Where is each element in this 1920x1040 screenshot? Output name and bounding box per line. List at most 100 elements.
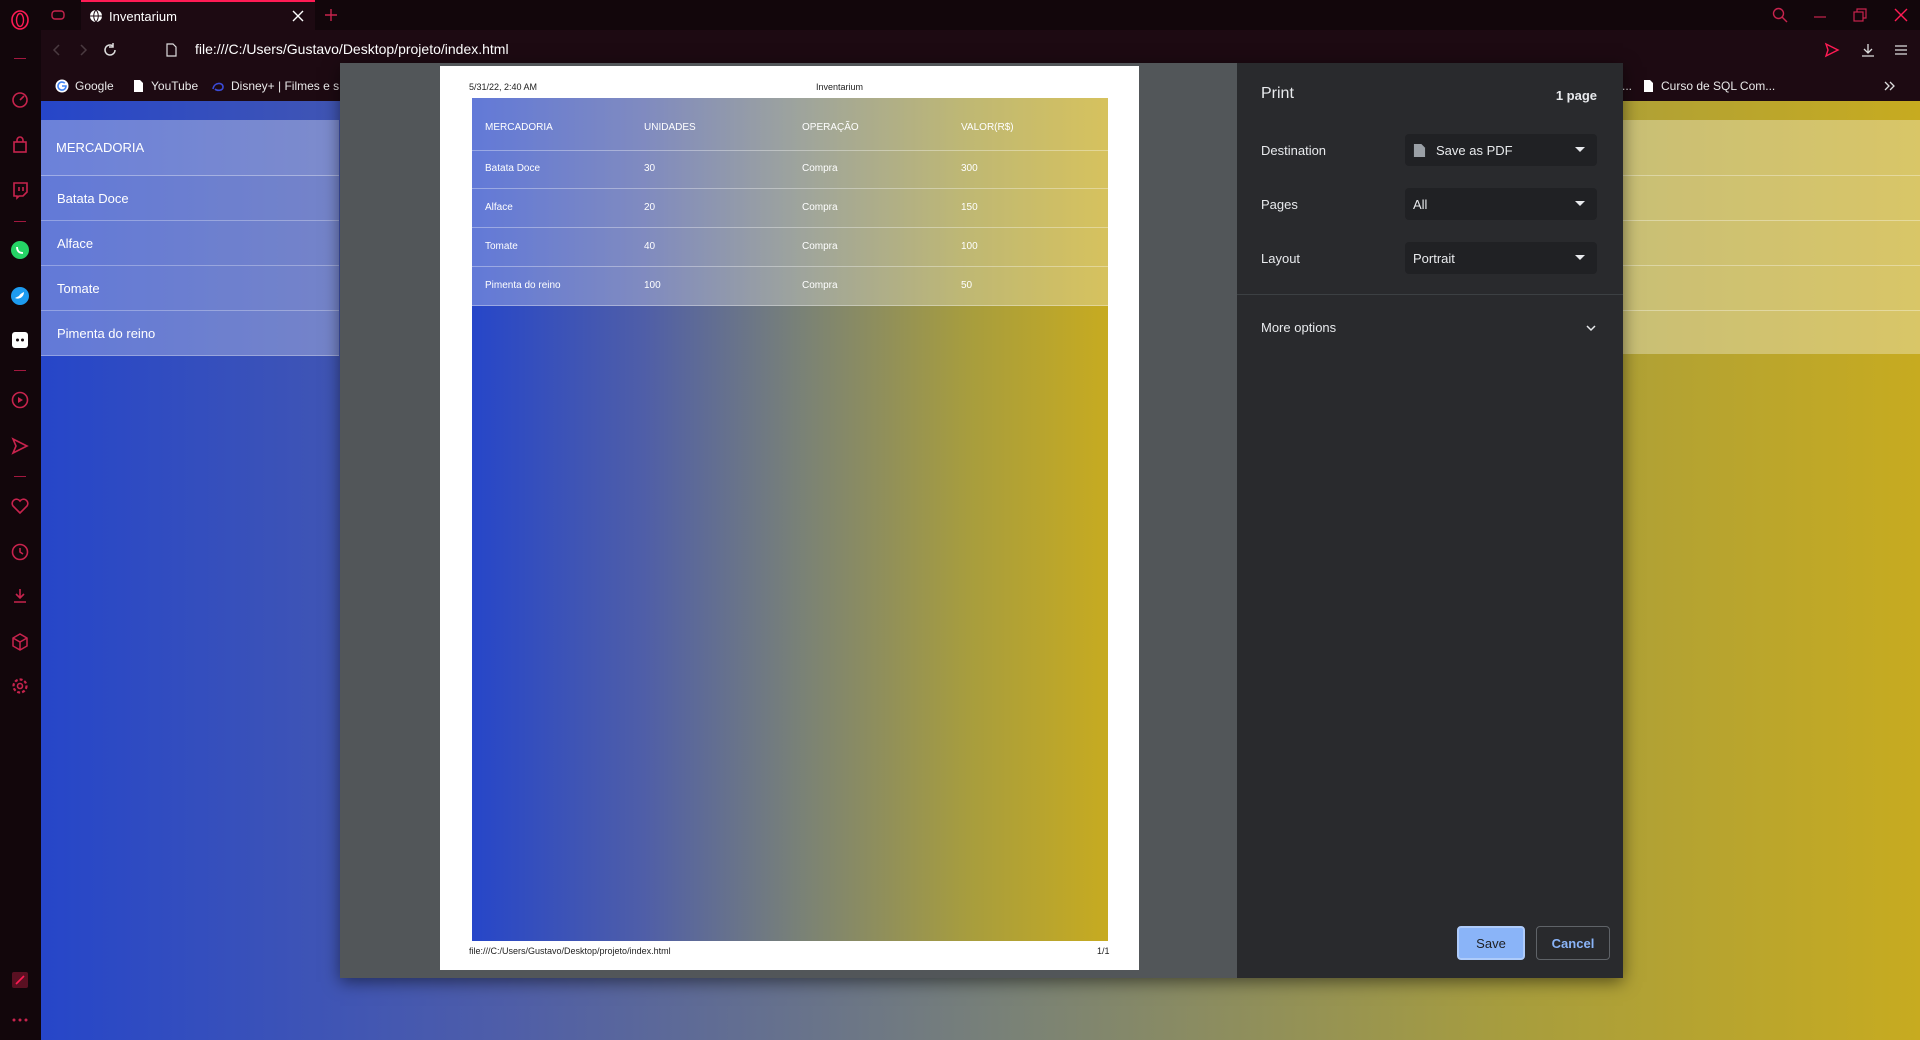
- bookmark-youtube[interactable]: YouTube: [131, 76, 198, 96]
- more-dots-icon[interactable]: [8, 1008, 32, 1032]
- heart-icon[interactable]: [8, 494, 32, 518]
- flow-send-icon[interactable]: [1821, 39, 1843, 61]
- preview-table-row: Pimenta do reino 100 Compra 50: [472, 267, 1108, 306]
- preview-table-header: MERCADORIA UNIDADES OPERAÇÃO VALOR(R$): [472, 98, 1108, 151]
- disney-icon: [212, 82, 224, 92]
- pages-value: All: [1413, 196, 1428, 212]
- preview-page: 5/31/22, 2:40 AM Inventarium MERCADORIA …: [440, 66, 1139, 970]
- table-row: Pimenta do reino: [41, 311, 339, 356]
- header-cell: VALOR(R$): [961, 122, 1014, 133]
- preview-date: 5/31/22, 2:40 AM: [469, 82, 538, 92]
- header-cell: UNIDADES: [644, 122, 696, 133]
- print-settings-panel: Print 1 page Destination Save as PDF Pag…: [1237, 63, 1623, 978]
- preview-footer-url: file:///C:/Users/Gustavo/Desktop/projeto…: [469, 946, 671, 956]
- destination-label: Destination: [1261, 143, 1327, 158]
- table-cell: 30: [644, 163, 656, 174]
- table-row: Alface: [41, 221, 339, 266]
- flow-icon[interactable]: [8, 434, 32, 458]
- more-options-label: More options: [1261, 320, 1337, 335]
- sidebar-separator: [14, 58, 26, 59]
- preview-table-row: Alface 20 Compra 150: [472, 189, 1108, 228]
- workspaces-icon[interactable]: [47, 4, 69, 26]
- table-cell: Pimenta do reino: [485, 280, 561, 291]
- twitter-icon[interactable]: [8, 284, 32, 308]
- bookmark-label: Curso de SQL Com...: [1661, 79, 1776, 93]
- table-cell: Batata Doce: [485, 163, 541, 174]
- preview-table: MERCADORIA UNIDADES OPERAÇÃO VALOR(R$) B…: [472, 98, 1108, 306]
- page-icon: [134, 80, 143, 92]
- settings-divider: [1237, 294, 1623, 295]
- bookmarks-more-icon[interactable]: [1883, 76, 1903, 96]
- sidebar-separator: [14, 221, 26, 222]
- chevron-down-icon: [1575, 255, 1585, 260]
- opera-logo-icon[interactable]: [8, 8, 32, 32]
- downloads-icon[interactable]: [8, 584, 32, 608]
- forward-icon[interactable]: [72, 39, 94, 61]
- table-cell: Compra: [802, 202, 838, 213]
- table-cell: 100: [644, 280, 661, 291]
- table-cell: Alface: [485, 202, 513, 213]
- shopping-bag-icon[interactable]: [8, 133, 32, 157]
- inventory-table: MERCADORIA Batata Doce Alface Tomate Pim…: [41, 120, 339, 356]
- table-cell: 40: [644, 241, 656, 252]
- download-icon[interactable]: [1857, 39, 1879, 61]
- bookmark-sql-course[interactable]: Curso de SQL Com...: [1641, 76, 1775, 96]
- table-cell: 300: [961, 163, 978, 174]
- bookmark-label: Disney+ | Filmes e s: [231, 79, 340, 93]
- twitch-icon[interactable]: [8, 178, 32, 202]
- easy-setup-icon[interactable]: [1890, 39, 1912, 61]
- table-cell: Compra: [802, 280, 838, 291]
- sidebar-app-icon[interactable]: [8, 968, 32, 992]
- destination-select[interactable]: Save as PDF: [1405, 134, 1597, 166]
- url-field[interactable]: file:///C:/Users/Gustavo/Desktop/projeto…: [195, 41, 509, 57]
- print-dialog: 5/31/22, 2:40 AM Inventarium MERCADORIA …: [340, 63, 1623, 978]
- header-cell: OPERAÇÃO: [802, 122, 859, 133]
- layout-select[interactable]: Portrait: [1405, 242, 1597, 274]
- chevron-down-icon: [1575, 147, 1585, 152]
- whatsapp-icon[interactable]: [8, 238, 32, 262]
- extensions-icon[interactable]: [8, 630, 32, 654]
- page-count: 1 page: [1555, 88, 1597, 103]
- settings-gear-icon[interactable]: [8, 674, 32, 698]
- inventory-table-right-part: [1621, 120, 1920, 354]
- restore-icon[interactable]: [1849, 4, 1871, 26]
- tab-strip: Inventarium: [41, 0, 1920, 30]
- document-icon: [1413, 143, 1426, 157]
- pages-select[interactable]: All: [1405, 188, 1597, 220]
- preview-title: Inventarium: [816, 82, 864, 92]
- preview-page-number: 1/1: [1097, 946, 1110, 956]
- save-button[interactable]: Save: [1457, 926, 1525, 960]
- chevron-down-icon: [1586, 325, 1596, 332]
- speed-dial-icon[interactable]: [8, 88, 32, 112]
- reload-icon[interactable]: [99, 39, 121, 61]
- destination-value: Save as PDF: [1436, 142, 1513, 158]
- tab-inventarium[interactable]: Inventarium: [81, 0, 315, 30]
- discord-icon[interactable]: [8, 328, 32, 352]
- bookmark-disney[interactable]: Disney+ | Filmes e s: [211, 76, 340, 96]
- preview-table-row: Batata Doce 30 Compra 300: [472, 150, 1108, 189]
- more-options-toggle[interactable]: More options: [1237, 308, 1623, 348]
- minimize-icon[interactable]: [1809, 4, 1831, 26]
- back-icon[interactable]: [46, 39, 68, 61]
- table-cell: 50: [961, 280, 973, 291]
- preview-page-content: MERCADORIA UNIDADES OPERAÇÃO VALOR(R$) B…: [472, 98, 1108, 941]
- layout-value: Portrait: [1413, 250, 1455, 266]
- search-tabs-icon[interactable]: [1769, 4, 1791, 26]
- new-tab-icon[interactable]: [320, 4, 342, 26]
- print-title: Print: [1261, 85, 1294, 102]
- close-tab-icon[interactable]: [287, 5, 309, 27]
- history-icon[interactable]: [8, 540, 32, 564]
- table-cell: Compra: [802, 163, 838, 174]
- table-cell: 150: [961, 202, 978, 213]
- bookmark-overflow[interactable]: ...: [1622, 76, 1632, 96]
- cancel-button[interactable]: Cancel: [1536, 926, 1610, 960]
- table-cell: 100: [961, 241, 978, 252]
- table-cell: Compra: [802, 241, 838, 252]
- player-icon[interactable]: [8, 388, 32, 412]
- header-cell: MERCADORIA: [485, 122, 553, 133]
- globe-icon: [90, 9, 102, 23]
- chevron-down-icon: [1575, 201, 1585, 206]
- tab-title: Inventarium: [109, 8, 177, 24]
- close-window-icon[interactable]: [1890, 4, 1912, 26]
- bookmark-google[interactable]: Google: [55, 76, 114, 96]
